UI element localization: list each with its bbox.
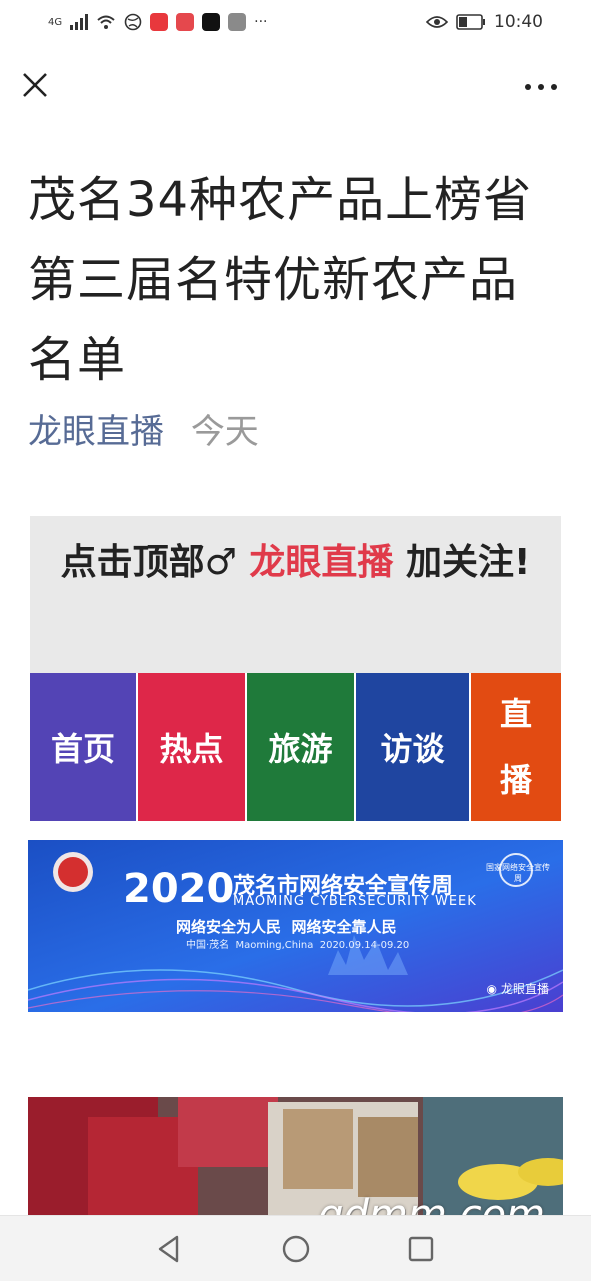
globe-icon: [124, 13, 142, 31]
tile-interview[interactable]: 访谈: [356, 673, 469, 821]
tile-home[interactable]: 首页: [30, 673, 136, 821]
close-button[interactable]: [18, 68, 52, 102]
account-name-link[interactable]: 龙眼直播: [28, 412, 164, 452]
tile-hot[interactable]: 热点: [138, 673, 245, 821]
follow-account-name: 龙眼直播: [249, 542, 394, 583]
tile-travel[interactable]: 旅游: [247, 673, 354, 821]
section-tiles: 首页 热点 旅游 访谈 直 播: [30, 673, 561, 821]
battery-icon: [456, 14, 485, 30]
more-dots-icon: [525, 84, 557, 90]
tile-label-line1: 直: [499, 695, 532, 733]
network-label: 4G: [48, 16, 63, 28]
follow-prefix: 点击顶部♂: [60, 542, 237, 583]
cybersecurity-banner[interactable]: 2020 茂名市网络安全宣传周 MAOMING CYBERSECURITY WE…: [28, 840, 563, 1012]
follow-suffix: 加关注!: [405, 542, 531, 583]
tile-label: 旅游: [268, 730, 333, 768]
wechat-icon: ◉: [486, 981, 497, 996]
eye-comfort-icon: [426, 16, 448, 28]
back-icon[interactable]: [155, 1234, 183, 1264]
top-nav-bar: [0, 52, 591, 122]
more-options-button[interactable]: [521, 72, 561, 102]
tile-live[interactable]: 直 播: [471, 673, 561, 821]
banner-year: 2020: [123, 866, 235, 912]
home-icon[interactable]: [281, 1234, 311, 1264]
banner-badge: 国家网络安全宣传周: [486, 863, 550, 883]
article-title: 茂名34种农产品上榜省第三届名特优新农产品名单: [28, 172, 533, 388]
banner-account: 龙眼直播: [500, 982, 549, 996]
tile-label-line2: 播: [499, 761, 532, 799]
clock-time: 10:40: [494, 12, 543, 32]
publish-date: 今天: [190, 412, 259, 452]
banner-watermark: ◉ 龙眼直播: [487, 980, 550, 997]
tile-label: 访谈: [380, 730, 445, 768]
tile-label: 热点: [159, 730, 224, 768]
system-nav-bar: [0, 1215, 591, 1281]
article-meta: 龙眼直播 今天: [28, 408, 259, 456]
banner-slogan: 网络安全为人民 网络安全靠人民: [176, 918, 397, 936]
follow-prompt-box: 点击顶部♂ 龙眼直播 加关注!: [30, 516, 561, 673]
banner-title-en: MAOMING CYBERSECURITY WEEK: [233, 894, 477, 909]
signal-icon: [70, 14, 89, 30]
banner-place-date: 中国·茂名 Maoming,China 2020.09.14-09.20: [186, 940, 410, 951]
status-right: 10:40: [426, 12, 543, 32]
tiktok-app-icon: [202, 13, 221, 31]
status-bar: 4G ··· 10:40: [0, 0, 591, 44]
recent-apps-icon[interactable]: [407, 1235, 435, 1263]
tile-label: 首页: [50, 730, 115, 768]
close-icon: [23, 73, 47, 97]
book-app-icon: [176, 13, 195, 31]
settings-app-icon: [228, 13, 247, 31]
huawei-app-icon: [150, 13, 169, 31]
more-notifications-icon: ···: [254, 14, 268, 30]
wifi-icon: [97, 15, 115, 29]
status-left: 4G ···: [48, 13, 267, 31]
